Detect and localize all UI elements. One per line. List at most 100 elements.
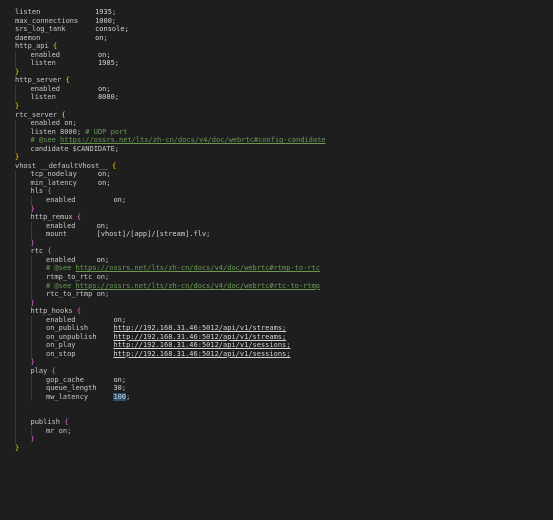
code-line[interactable]: } [15,238,545,248]
code-line[interactable]: listen 8000; # UDP port [15,127,545,137]
code-line[interactable]: enabled on; [15,255,545,265]
code-token: on; [60,50,111,59]
code-token: queue_length [46,384,97,393]
code-token: enabled [46,221,76,230]
code-line[interactable]: http_server { [15,76,545,85]
code-token: 30; [96,384,127,393]
code-token: mr on; [46,426,72,435]
code-line[interactable]: rtc_server { [15,111,545,120]
code-line[interactable]: } [15,444,545,453]
code-line[interactable]: on_publish http://192.168.31.46:5012/api… [15,324,545,333]
code-token: http_api [15,42,53,51]
code-token: on; [75,315,127,324]
code-line[interactable]: gop_cache on; [15,375,545,385]
code-line[interactable]: listen 1985; [15,59,545,68]
gutter-mark [1,299,3,305]
code-line[interactable]: on_stop http://192.168.31.46:5012/api/v1… [15,349,545,359]
indent-guide [15,255,16,265]
code-line[interactable]: # @see https://ossrs.net/lts/zh-cn/docs/… [15,281,545,291]
code-line[interactable]: play { [15,366,545,376]
code-token: tcp_nodelay [30,170,77,179]
code-line[interactable]: mount [vhost]/[app]/[stream].flv; [15,230,545,239]
code-line[interactable]: mw_latency 100; [15,392,545,402]
code-line[interactable]: enabled on; [15,315,545,325]
code-token: http_hooks [30,307,77,316]
code-token: rtc_server [15,110,62,119]
code-line[interactable]: enabled on; [15,221,545,231]
code-token: on_play [46,341,76,350]
gutter-mark [1,222,3,228]
code-token: listen 8000; [30,127,86,136]
code-token: rtc_to_rtmp on; [46,290,110,299]
code-line[interactable] [15,401,545,410]
code-line[interactable]: rtc { [15,247,545,256]
code-token: } [30,238,35,247]
code-line[interactable]: on_play http://192.168.31.46:5012/api/v1… [15,341,545,350]
code-token: console; [65,25,129,34]
indent-guide [15,187,16,197]
code-line[interactable]: } [15,358,545,367]
code-token: on; [83,375,127,384]
code-line[interactable]: rtc_to_rtmp on; [15,290,545,299]
code-token: rtmp_to_rtc on; [46,272,110,281]
code-editor[interactable]: listen 1935; max_connections 1000; srs_log… [0,0,553,520]
code-token: } [15,153,20,162]
code-line[interactable]: mr on; [15,426,545,436]
code-comment: # @see [46,264,76,273]
code-line[interactable]: # @see https://ossrs.net/lts/zh-cn/docs/… [15,136,545,145]
code-line[interactable]: vhost __defaultVhost__ { [15,162,545,171]
gutter-mark [1,85,3,91]
code-token: 8080; [55,93,120,102]
code-token: publish [30,418,65,427]
code-line[interactable]: rtmp_to_rtc on; [15,272,545,282]
code-line[interactable]: publish { [15,418,545,427]
code-line[interactable] [15,409,545,419]
code-token: hls [30,187,48,196]
code-line[interactable]: min_latency on; [15,178,545,188]
indent-guide [15,366,16,376]
code-line[interactable]: http_hooks { [15,307,545,316]
code-line[interactable]: on_unpublish http://192.168.31.46:5012/a… [15,332,545,342]
indent-guide [15,119,16,128]
code-line[interactable]: http_api { [15,42,545,51]
code-token: enabled [30,84,61,93]
code-line[interactable]: srs_log_tank console; [15,25,545,34]
gutter-mark [1,376,3,382]
indent-guide [15,392,16,402]
indent-guide [15,213,16,222]
code-line[interactable]: } [15,102,545,111]
code-token: daemon [15,33,41,42]
code-line[interactable]: } [15,68,545,77]
code-line[interactable]: daemon on; [15,34,545,43]
code-line[interactable]: hls { [15,187,545,197]
code-line[interactable]: enabled on; [15,84,545,94]
code-line[interactable]: max_connections 1000; [15,17,545,26]
code-line[interactable]: tcp_nodelay on; [15,170,545,179]
code-line[interactable]: candidate $CANDIDATE; [15,144,545,154]
code-content[interactable]: listen 1935; max_connections 1000; srs_log… [15,8,545,452]
code-line[interactable]: } [15,435,545,444]
code-line[interactable]: listen 1935; [15,8,545,17]
code-token: on; [75,221,110,230]
indent-guide [30,426,32,436]
code-comment: # @see [30,136,61,145]
code-line[interactable]: } [15,204,545,214]
indent-guide [30,315,32,325]
gutter-mark [1,42,3,48]
code-line[interactable]: enabled on; [15,196,545,205]
gutter-mark [1,359,3,365]
code-line[interactable]: enabled on; [15,50,545,60]
code-line[interactable]: } [15,153,545,162]
gutter-mark [1,136,3,142]
code-line[interactable]: # @see https://ossrs.net/lts/zh-cn/docs/… [15,264,545,273]
code-line[interactable]: listen 8080; [15,93,545,103]
code-line[interactable]: queue_length 30; [15,384,545,393]
code-comment: https://ossrs.net/lts/zh-cn/docs/v4/doc/… [75,264,320,273]
code-token: { [52,42,58,51]
code-line[interactable]: } [15,298,545,308]
indent-guide [15,409,16,419]
code-line[interactable]: enabled on; [15,119,545,128]
code-line[interactable]: http_remux { [15,213,545,222]
gutter-mark [1,188,3,194]
gutter-mark [1,333,3,339]
